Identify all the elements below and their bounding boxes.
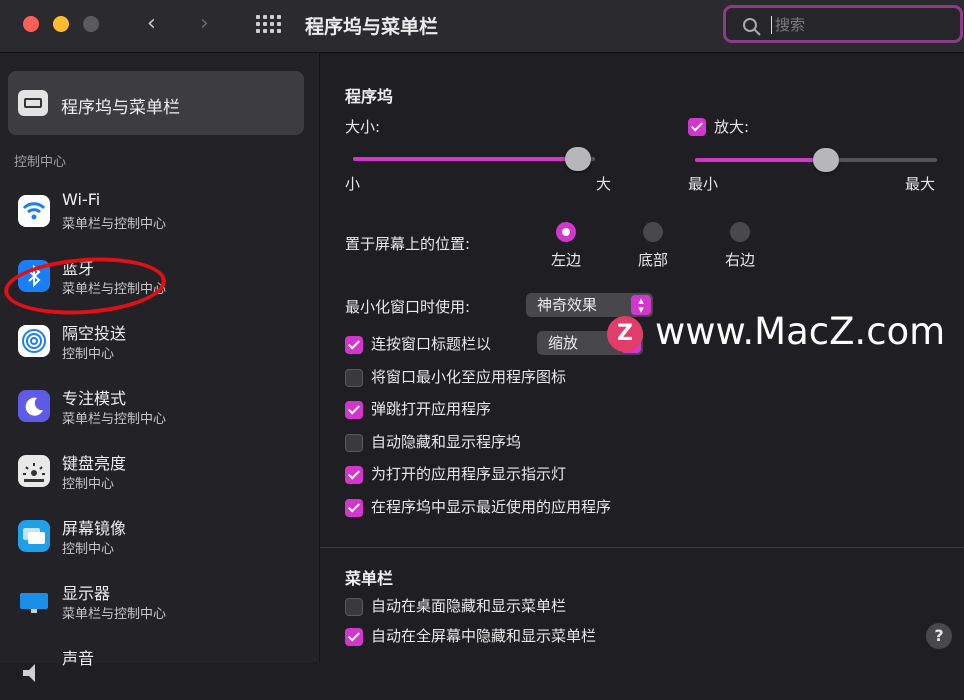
magnification-min-label: 最小 (688, 175, 719, 193)
wifi-icon (18, 195, 50, 227)
position-label: 置于屏幕上的位置: (345, 235, 471, 253)
airdrop-icon (18, 325, 50, 357)
sidebar-item-subtitle: 控制中心 (62, 347, 115, 362)
size-min-label: 小 (345, 175, 361, 193)
display-icon (18, 585, 50, 617)
sidebar-item-screen-mirroring[interactable]: 屏幕镜像 控制中心 (0, 508, 319, 570)
back-button[interactable]: ‹ (147, 11, 156, 36)
forward-button[interactable]: › (200, 11, 209, 36)
size-slider[interactable] (353, 147, 595, 171)
sidebar-item-label: 声音 (62, 649, 95, 668)
autohide-dock-label: 自动隐藏和显示程序坞 (371, 433, 522, 451)
watermark: Z www.MacZ.com (607, 310, 964, 356)
sidebar: 程序坞与菜单栏 控制中心 Wi-Fi 菜单栏与控制中心 蓝牙 菜单栏与控制中心 … (0, 53, 320, 682)
menubar-icon (18, 90, 48, 116)
sidebar-item-label: 键盘亮度 (62, 454, 127, 473)
autohide-menubar-desktop-checkbox[interactable] (345, 598, 363, 616)
position-left-radio[interactable] (556, 222, 576, 242)
position-right-radio[interactable] (730, 222, 750, 242)
animate-opening-apps-label: 弹跳打开应用程序 (371, 400, 492, 418)
minimize-using-label: 最小化窗口时使用: (345, 298, 471, 316)
sidebar-item-dock-menubar[interactable]: 程序坞与菜单栏 (8, 71, 304, 135)
magnification-slider[interactable] (695, 148, 937, 172)
animate-opening-apps-checkbox[interactable] (345, 401, 363, 419)
screen-mirroring-icon (18, 520, 50, 552)
magnification-slider-knob[interactable] (812, 148, 839, 172)
sidebar-item-subtitle: 菜单栏与控制中心 (62, 607, 167, 622)
autohide-menubar-desktop-label: 自动在桌面隐藏和显示菜单栏 (371, 597, 567, 615)
size-max-label: 大 (596, 175, 612, 193)
window-title: 程序坞与菜单栏 (305, 16, 439, 38)
sidebar-item-label: 显示器 (62, 584, 111, 603)
dock-section-heading: 程序坞 (345, 87, 394, 106)
show-all-grid-icon[interactable] (256, 15, 282, 35)
sound-icon (18, 650, 50, 682)
menubar-section-heading: 菜单栏 (345, 569, 394, 588)
sidebar-item-sound[interactable]: 声音 (0, 638, 319, 700)
help-button[interactable]: ? (926, 623, 952, 649)
minimize-window-button[interactable] (53, 16, 69, 32)
search-field[interactable]: 搜索 (723, 5, 963, 43)
minimize-effect-popup[interactable]: 神奇效果 ▴ ▾ (526, 293, 653, 317)
show-recent-apps-checkbox[interactable] (345, 499, 363, 517)
popup-value: 神奇效果 (537, 296, 598, 314)
sidebar-item-airdrop[interactable]: 隔空投送 控制中心 (0, 313, 319, 375)
close-window-button[interactable] (23, 16, 39, 32)
search-icon (743, 18, 761, 36)
double-click-title-bar-label: 连按窗口标题栏以 (371, 335, 492, 353)
autohide-menubar-fullscreen-label: 自动在全屏幕中隐藏和显示菜单栏 (371, 627, 597, 645)
popup-value: 缩放 (548, 334, 579, 352)
sidebar-item-label: 隔空投送 (62, 324, 127, 343)
show-indicators-label: 为打开的应用程序显示指示灯 (371, 465, 567, 483)
size-label: 大小: (345, 118, 381, 136)
magnification-checkbox[interactable] (688, 118, 706, 136)
moon-icon (18, 390, 50, 422)
sidebar-item-subtitle: 控制中心 (62, 477, 115, 492)
chevron-updown-icon: ▴▾ (631, 295, 651, 315)
show-recent-apps-label: 在程序坞中显示最近使用的应用程序 (371, 498, 612, 516)
autohide-dock-checkbox[interactable] (345, 434, 363, 452)
magnification-label: 放大: (714, 118, 750, 136)
sidebar-item-keyboard-brightness[interactable]: 键盘亮度 控制中心 (0, 443, 319, 505)
position-bottom-radio[interactable] (643, 222, 663, 242)
position-right-label: 右边 (724, 251, 756, 269)
size-slider-knob[interactable] (565, 147, 592, 171)
section-header-control-center: 控制中心 (14, 155, 67, 170)
search-placeholder: 搜索 (771, 16, 805, 34)
autohide-menubar-fullscreen-checkbox[interactable] (345, 628, 363, 646)
sidebar-item-display[interactable]: 显示器 菜单栏与控制中心 (0, 573, 319, 635)
position-bottom-label: 底部 (637, 251, 669, 269)
sidebar-item-label: 屏幕镜像 (62, 519, 127, 538)
sidebar-item-label: Wi-Fi (62, 190, 101, 209)
chevron-left-icon: ‹ (147, 11, 156, 36)
sidebar-item-wifi[interactable]: Wi-Fi 菜单栏与控制中心 (0, 183, 319, 245)
watermark-text: www.MacZ.com (655, 310, 946, 353)
chevron-right-icon: › (200, 11, 209, 36)
position-left-label: 左边 (550, 251, 582, 269)
title-bar: ‹ › 程序坞与菜单栏 搜索 (0, 0, 964, 53)
sidebar-item-label: 程序坞与菜单栏 (61, 98, 180, 118)
show-indicators-checkbox[interactable] (345, 466, 363, 484)
section-divider (320, 547, 964, 548)
sidebar-item-subtitle: 菜单栏与控制中心 (62, 412, 167, 427)
sidebar-item-subtitle: 控制中心 (62, 542, 115, 557)
zoom-window-button[interactable] (83, 16, 99, 32)
watermark-logo: Z (607, 316, 643, 352)
sidebar-item-subtitle: 菜单栏与控制中心 (62, 217, 167, 232)
main-panel: 程序坞 大小: 小 大 放大: 最小 最大 置于屏幕上的位置: 左边 底部 右边… (320, 53, 964, 663)
minimize-into-app-icon-checkbox[interactable] (345, 369, 363, 387)
keyboard-brightness-icon (18, 455, 50, 487)
magnification-max-label: 最大 (905, 175, 936, 193)
minimize-into-app-icon-label: 将窗口最小化至应用程序图标 (371, 368, 567, 386)
sidebar-item-focus[interactable]: 专注模式 菜单栏与控制中心 (0, 378, 319, 440)
sidebar-item-label: 专注模式 (62, 389, 127, 408)
double-click-title-bar-checkbox[interactable] (345, 336, 363, 354)
